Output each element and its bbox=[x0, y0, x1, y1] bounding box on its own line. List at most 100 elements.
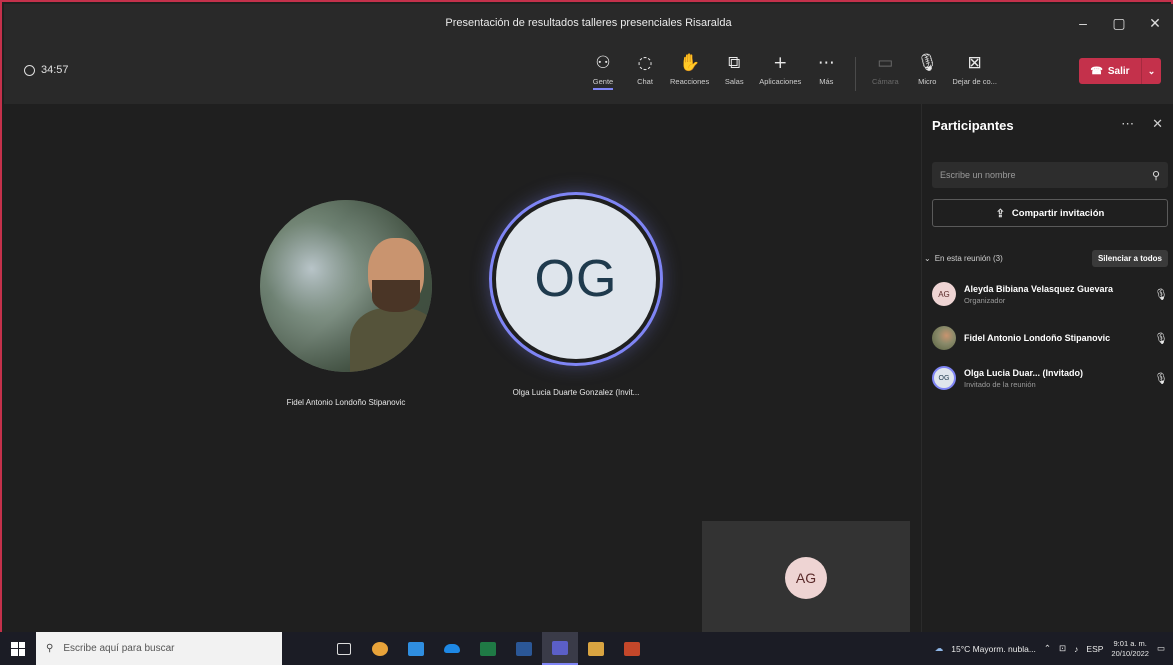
teams-app[interactable] bbox=[542, 632, 578, 665]
participant-tile[interactable]: OG Olga Lucia Duarte Gonzalez (Invit... bbox=[456, 192, 696, 397]
participant-name: Olga Lucia Duarte Gonzalez (Invit... bbox=[512, 388, 640, 397]
notifications-icon[interactable]: ▭ bbox=[1157, 643, 1165, 654]
participant-row[interactable]: Fidel Antonio Londoño Stipanovic 🎙 bbox=[932, 326, 1168, 350]
rooms-icon: ⧉ bbox=[728, 53, 741, 73]
more-label: Más bbox=[819, 77, 834, 86]
participant-info: Olga Lucia Duar... (Invitado) Invitado d… bbox=[964, 368, 1154, 389]
chevron-up-icon[interactable]: ⌃ bbox=[1044, 643, 1051, 654]
chrome-app[interactable] bbox=[362, 632, 398, 665]
speaking-ring: OG bbox=[489, 192, 663, 366]
powerpoint-app[interactable] bbox=[614, 632, 650, 665]
stop-sharing-label: Dejar de co... bbox=[952, 77, 997, 86]
teams-icon bbox=[552, 640, 568, 655]
close-icon[interactable]: ✕ bbox=[1152, 116, 1163, 132]
maximize-button[interactable]: ▢ bbox=[1101, 4, 1137, 42]
pinned-apps bbox=[326, 632, 650, 665]
section-toggle[interactable]: ⌄ En esta reunión (3) bbox=[924, 254, 1003, 263]
powerpoint-icon bbox=[624, 641, 640, 656]
avatar bbox=[932, 326, 956, 350]
toolbar-divider bbox=[855, 57, 857, 91]
leave-label: Salir bbox=[1107, 65, 1130, 77]
panel-title: Participantes bbox=[932, 118, 1014, 133]
reactions-label: Reacciones bbox=[670, 77, 710, 86]
participant-initials-avatar: OG bbox=[496, 199, 656, 359]
stop-share-icon: ⊠ bbox=[967, 53, 982, 73]
chrome-icon bbox=[372, 641, 388, 656]
search-icon[interactable]: ⚲ bbox=[1152, 169, 1160, 182]
language-indicator[interactable]: ESP bbox=[1086, 644, 1103, 654]
participant-info: Aleyda Bibiana Velasquez Guevara Organiz… bbox=[964, 284, 1154, 305]
participant-row[interactable]: AG Aleyda Bibiana Velasquez Guevara Orga… bbox=[932, 282, 1168, 306]
folder-icon bbox=[408, 641, 424, 656]
network-icon[interactable]: ⊡ bbox=[1059, 643, 1066, 654]
window-controls: – ▢ ✕ bbox=[1065, 4, 1173, 42]
self-view[interactable]: AG bbox=[702, 521, 910, 634]
taskbar-search-input[interactable] bbox=[63, 643, 272, 654]
reactions-button[interactable]: ✋ Reacciones bbox=[666, 52, 713, 96]
clock-time: 9:01 a. m. bbox=[1113, 638, 1147, 648]
avatar: OG bbox=[932, 366, 956, 390]
chevron-down-icon: ⌄ bbox=[924, 254, 931, 263]
rooms-button[interactable]: ⧉ Salas bbox=[713, 52, 755, 96]
people-label: Gente bbox=[592, 77, 614, 90]
gallery-app[interactable] bbox=[578, 632, 614, 665]
chat-button[interactable]: ◌ Chat bbox=[624, 52, 666, 96]
meeting-timer: 34:57 bbox=[24, 64, 69, 76]
mic-icon: 🎙 bbox=[1154, 331, 1168, 345]
panel-actions: ⋯ ✕ bbox=[1121, 116, 1163, 132]
chat-label: Chat bbox=[637, 77, 653, 86]
camera-label: Cámara bbox=[871, 77, 899, 86]
participant-row-role: Organizador bbox=[964, 295, 1006, 305]
start-button[interactable] bbox=[0, 632, 36, 665]
clock-date: 20/10/2022 bbox=[1111, 648, 1149, 658]
reactions-icon: ✋ bbox=[679, 53, 701, 73]
weather-text[interactable]: 15°C Mayorm. nubla... bbox=[951, 644, 1036, 654]
task-view-button[interactable] bbox=[326, 632, 362, 665]
people-icon: ⚇ bbox=[595, 53, 611, 73]
camera-button[interactable]: ▭ Cámara bbox=[864, 52, 906, 96]
shield-icon bbox=[24, 64, 35, 76]
participant-photo bbox=[260, 200, 432, 372]
search-input[interactable] bbox=[940, 170, 1152, 180]
mute-all-button[interactable]: Silenciar a todos bbox=[1091, 250, 1168, 267]
leave-button[interactable]: ☎ Salir ⌄ bbox=[1079, 58, 1161, 84]
participants-panel: Participantes ⋯ ✕ ⚲ ⇪ Compartir invitaci… bbox=[921, 104, 1173, 634]
word-app[interactable] bbox=[506, 632, 542, 665]
mic-label: Micro bbox=[918, 77, 937, 86]
cloud-icon bbox=[444, 644, 460, 653]
apps-button[interactable]: + Aplicaciones bbox=[755, 52, 805, 96]
close-window-button[interactable]: ✕ bbox=[1137, 4, 1173, 42]
taskbar-search: ⚲ bbox=[36, 632, 282, 665]
stop-sharing-button[interactable]: ⊠ Dejar de co... bbox=[948, 52, 1001, 96]
toolbar-actions: ⚇ Gente ◌ Chat ✋ Reacciones ⧉ Salas + Ap… bbox=[582, 52, 1001, 96]
meeting-toolbar: 34:57 ⚇ Gente ◌ Chat ✋ Reacciones ⧉ Sala… bbox=[4, 42, 1173, 104]
mic-button[interactable]: 🎙 Micro bbox=[906, 52, 948, 96]
rooms-label: Salas bbox=[724, 77, 744, 86]
participant-tile[interactable]: Fidel Antonio Londoño Stipanovic bbox=[246, 200, 446, 407]
onedrive-app[interactable] bbox=[434, 632, 470, 665]
excel-app[interactable] bbox=[470, 632, 506, 665]
participant-row[interactable]: OG Olga Lucia Duar... (Invitado) Invitad… bbox=[932, 366, 1168, 390]
participant-row-name: Aleyda Bibiana Velasquez Guevara bbox=[964, 283, 1114, 294]
leave-options-button[interactable]: ⌄ bbox=[1141, 58, 1161, 84]
chevron-down-icon: ⌄ bbox=[1147, 65, 1156, 76]
more-button[interactable]: ⋯ Más bbox=[805, 52, 847, 96]
people-button[interactable]: ⚇ Gente bbox=[582, 52, 624, 96]
plus-icon: + bbox=[773, 53, 788, 73]
more-icon: ⋯ bbox=[817, 53, 835, 73]
chat-icon: ◌ bbox=[637, 53, 653, 73]
leave-main[interactable]: ☎ Salir bbox=[1079, 58, 1141, 84]
explorer-app[interactable] bbox=[398, 632, 434, 665]
participant-row-name: Olga Lucia Duar... (Invitado) bbox=[964, 367, 1084, 378]
in-meeting-section: ⌄ En esta reunión (3) Silenciar a todos bbox=[924, 250, 1168, 267]
system-tray: ☁ 15°C Mayorm. nubla... ⌃ ⊡ ♪ ESP 9:01 a… bbox=[935, 632, 1173, 665]
more-options-icon[interactable]: ⋯ bbox=[1121, 116, 1134, 132]
clock[interactable]: 9:01 a. m. 20/10/2022 bbox=[1111, 639, 1149, 659]
apps-label: Aplicaciones bbox=[759, 77, 802, 86]
share-invite-button[interactable]: ⇪ Compartir invitación bbox=[932, 199, 1168, 227]
title-bar: Presentación de resultados talleres pres… bbox=[4, 4, 1173, 42]
avatar: AG bbox=[932, 282, 956, 306]
search-icon: ⚲ bbox=[46, 643, 54, 654]
volume-icon[interactable]: ♪ bbox=[1074, 644, 1078, 654]
minimize-button[interactable]: – bbox=[1065, 4, 1101, 42]
